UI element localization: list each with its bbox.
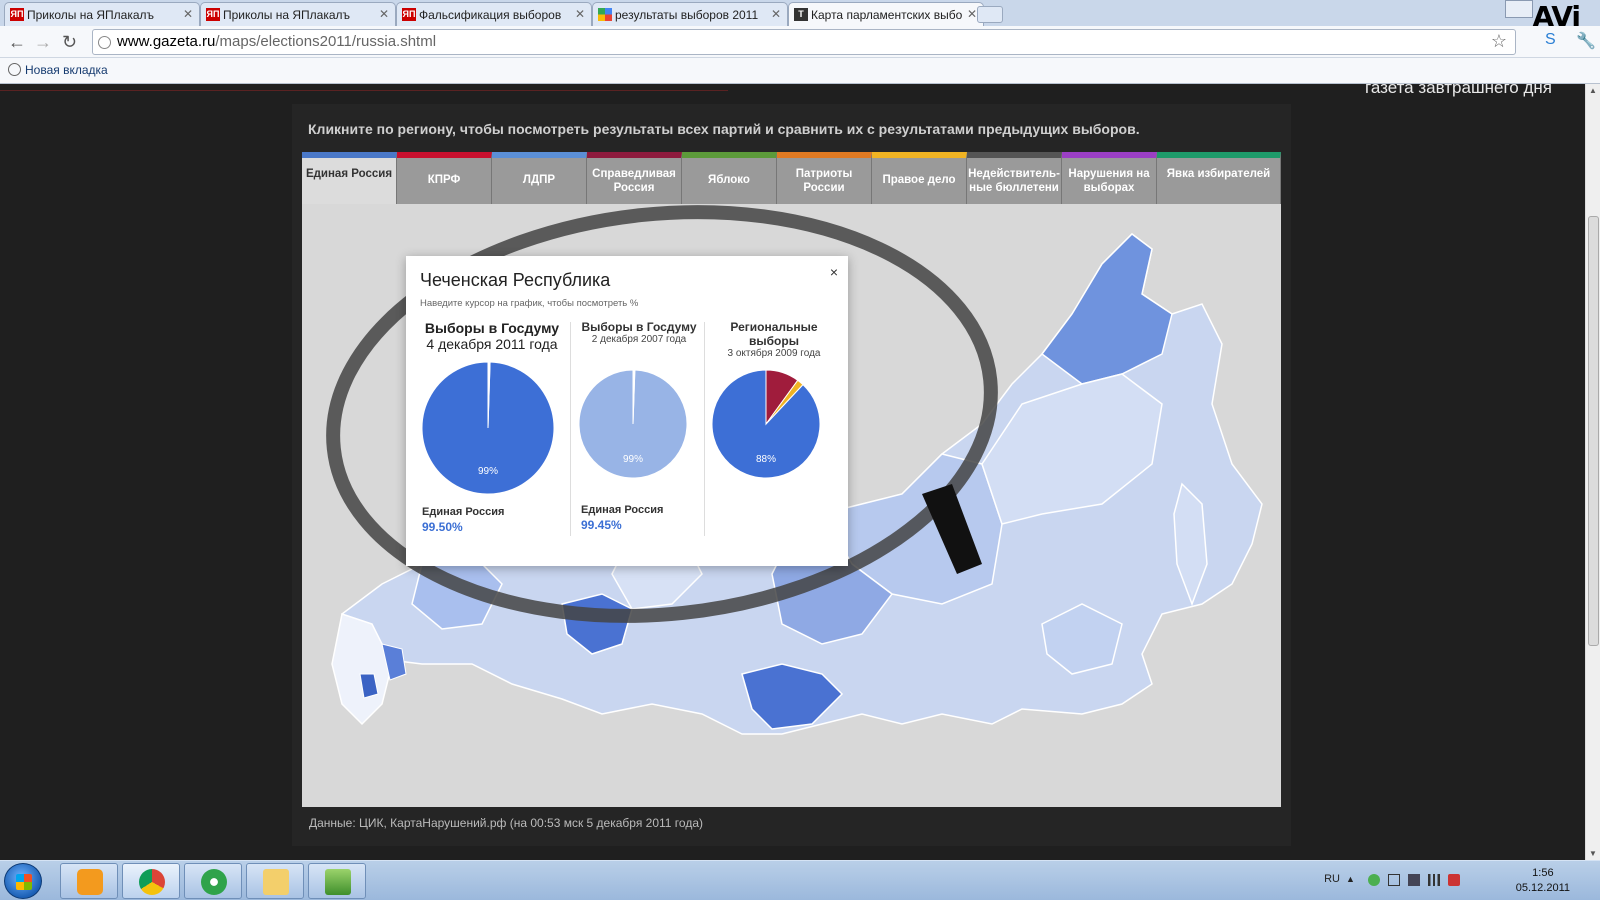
close-tab-icon[interactable]: ✕: [967, 7, 977, 21]
data-source-note: Данные: ЦИК, КартаНарушений.рф (на 00:53…: [309, 816, 703, 830]
taskbar-chrome[interactable]: [122, 863, 180, 899]
action-center-flag-icon[interactable]: [1388, 874, 1400, 886]
close-tab-icon[interactable]: ✕: [183, 7, 193, 21]
party-tab-right-cause[interactable]: Правое дело: [872, 152, 967, 204]
address-bar[interactable]: www.gazeta.ru/maps/elections2011/russia.…: [92, 29, 1516, 55]
taskbar-app[interactable]: [308, 863, 366, 899]
party-tab-fair-russia[interactable]: Справедливая Россия: [587, 152, 682, 204]
gazeta-favicon-icon: T: [794, 8, 808, 21]
show-hidden-icons-icon[interactable]: ▲: [1346, 874, 1358, 886]
taskbar-media-player[interactable]: [60, 863, 118, 899]
party-value-2011: 99.50%: [422, 520, 463, 534]
party-tab-violations[interactable]: Нарушения на выборах: [1062, 152, 1157, 204]
tab-title: Приколы на ЯПлакалъ: [27, 8, 155, 22]
tray-security-icon[interactable]: [1448, 874, 1460, 886]
wrench-icon[interactable]: 🔧: [1576, 31, 1596, 51]
volume-icon[interactable]: [1408, 874, 1420, 886]
party-tab-kprf[interactable]: КПРФ: [397, 152, 492, 204]
url-host: www.gazeta.ru: [117, 33, 216, 50]
windows-logo-icon: [16, 874, 32, 890]
scroll-down-arrow-icon[interactable]: ▼: [1589, 849, 1597, 858]
party-tab-united-russia[interactable]: Единая Россия: [302, 152, 397, 204]
language-indicator[interactable]: RU: [1324, 873, 1340, 885]
folder-icon: [263, 869, 289, 895]
start-button[interactable]: [4, 863, 42, 899]
network-app-icon: [201, 869, 227, 895]
tab-title: Карта парламентских выбо: [811, 8, 963, 22]
tab-2[interactable]: ЯП Приколы на ЯПлакалъ ✕: [200, 2, 396, 26]
page-content: газета завтрашнего дня Кликните по регио…: [0, 84, 1585, 860]
instruction-text: Кликните по региону, чтобы посмотреть ре…: [308, 121, 1140, 137]
page-icon: [8, 63, 21, 76]
tab-title: результаты выборов 2011: [615, 8, 759, 22]
clock-time: 1:56: [1532, 867, 1554, 879]
tab-title: Приколы на ЯПлакалъ: [223, 8, 351, 22]
scroll-up-arrow-icon[interactable]: ▲: [1589, 86, 1597, 95]
windows-taskbar: RU ▲ 1:56 05.12.2011: [0, 860, 1600, 900]
network-signal-icon[interactable]: [1428, 874, 1440, 886]
close-tab-icon[interactable]: ✕: [575, 7, 585, 21]
bookmark-star-icon[interactable]: ☆: [1491, 31, 1507, 52]
party-tab-invalid-ballots[interactable]: Недействитель-ные бюллетени: [967, 152, 1062, 204]
tab-3[interactable]: ЯП Фальсификация выборов ✕: [396, 2, 592, 26]
minimize-button[interactable]: [1505, 0, 1533, 18]
site-slogan: газета завтрашнего дня: [1365, 84, 1552, 97]
browser-toolbar: ← → ↻ www.gazeta.ru/maps/elections2011/r…: [0, 26, 1600, 58]
forward-icon[interactable]: →: [34, 32, 52, 53]
url-path: /maps/elections2011/russia.shtml: [215, 33, 437, 50]
party-tab-ldpr[interactable]: ЛДПР: [492, 152, 587, 204]
region-popup: × Чеченская Республика Наведите курсор н…: [406, 256, 848, 566]
tab-title: Фальсификация выборов: [419, 8, 562, 22]
page-icon: [98, 36, 111, 49]
pie-charts[interactable]: 99% 99% 88%: [406, 256, 848, 566]
app-icon: [325, 869, 351, 895]
system-clock[interactable]: 1:56 05.12.2011: [1516, 866, 1570, 896]
tab-4[interactable]: результаты выборов 2011 ✕: [592, 2, 788, 26]
yaplakal-favicon-icon: ЯП: [402, 8, 416, 21]
page-scrollbar[interactable]: ▲ ▼: [1585, 84, 1600, 860]
tab-1[interactable]: ЯП Приколы на ЯПлакалъ ✕: [4, 2, 200, 26]
yaplakal-favicon-icon: ЯП: [10, 8, 24, 21]
taskbar-network-app[interactable]: [184, 863, 242, 899]
new-tab-button[interactable]: [977, 6, 1003, 23]
tab-strip: ЯП Приколы на ЯПлакалъ ✕ ЯП Приколы на Я…: [0, 0, 1600, 33]
party-tabs: Единая Россия КПРФ ЛДПР Справедливая Рос…: [302, 152, 1281, 204]
media-player-icon: [77, 869, 103, 895]
close-tab-icon[interactable]: ✕: [771, 7, 781, 21]
party-tab-patriots[interactable]: Патриоты России: [777, 152, 872, 204]
bookmark-new-tab[interactable]: Новая вкладка: [8, 63, 108, 77]
pie-percent-label: 99%: [623, 454, 643, 465]
tab-5-active[interactable]: T Карта парламентских выбо ✕: [788, 2, 984, 26]
tray-app-icon[interactable]: [1368, 874, 1380, 886]
chrome-icon: [139, 869, 165, 895]
close-tab-icon[interactable]: ✕: [379, 7, 389, 21]
bookmarks-bar: Новая вкладка: [0, 58, 1600, 84]
pie-percent-label: 99%: [478, 466, 498, 477]
scrollbar-thumb[interactable]: [1588, 216, 1599, 646]
skype-icon[interactable]: S: [1545, 31, 1556, 49]
party-name-2011: Единая Россия: [422, 506, 505, 518]
yaplakal-favicon-icon: ЯП: [206, 8, 220, 21]
party-name-2007: Единая Россия: [581, 504, 664, 516]
bookmark-label: Новая вкладка: [25, 63, 108, 77]
party-tab-yabloko[interactable]: Яблоко: [682, 152, 777, 204]
taskbar-explorer[interactable]: [246, 863, 304, 899]
back-icon[interactable]: ←: [8, 32, 26, 53]
header-divider: [0, 90, 728, 91]
clock-date: 05.12.2011: [1515, 882, 1570, 894]
party-tab-turnout[interactable]: Явка избирателей: [1157, 152, 1281, 204]
reload-icon[interactable]: ↻: [62, 32, 77, 53]
google-icon: [598, 8, 612, 21]
party-value-2007: 99.45%: [581, 518, 622, 532]
pie-percent-label: 88%: [756, 454, 776, 465]
